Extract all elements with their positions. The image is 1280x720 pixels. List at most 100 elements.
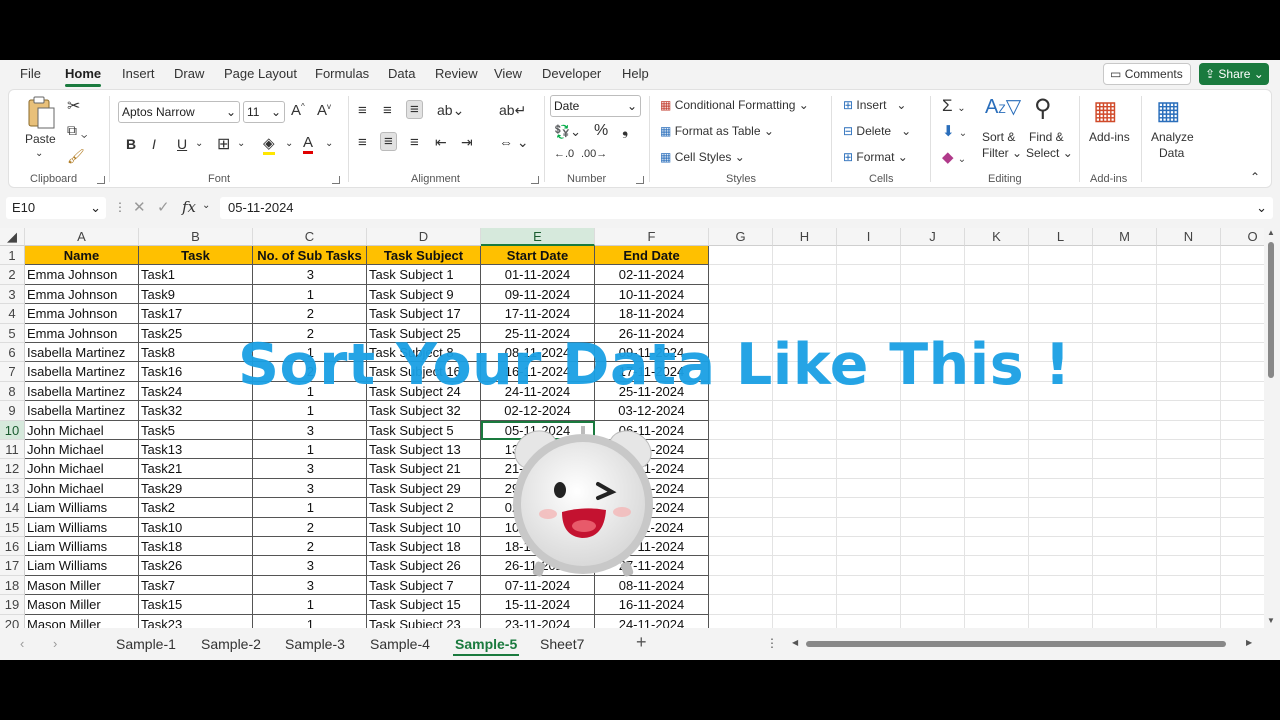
empty-cell[interactable]	[1029, 420, 1093, 440]
table-cell[interactable]: Task9	[139, 284, 253, 305]
row-header[interactable]: 17	[0, 556, 25, 576]
add-ins-button[interactable]: Add-ins	[1089, 130, 1130, 144]
empty-cell[interactable]	[901, 478, 965, 499]
empty-cell[interactable]	[1221, 246, 1264, 266]
empty-cell[interactable]	[1221, 265, 1264, 285]
table-cell[interactable]: Liam Williams	[25, 498, 139, 518]
empty-cell[interactable]	[965, 498, 1029, 518]
empty-cell[interactable]	[1093, 440, 1157, 460]
formula-input[interactable]: 05-11-2024 ⌄	[220, 197, 1273, 219]
empty-cell[interactable]	[1029, 284, 1093, 305]
align-right-icon[interactable]: ≡	[410, 134, 419, 151]
empty-cell[interactable]	[1221, 440, 1264, 460]
table-cell[interactable]: 1	[253, 595, 367, 615]
empty-cell[interactable]	[1157, 343, 1221, 363]
paste-icon[interactable]	[25, 96, 59, 130]
empty-cell[interactable]	[1157, 265, 1221, 285]
empty-cell[interactable]	[1157, 498, 1221, 518]
empty-cell[interactable]	[901, 304, 965, 324]
table-cell[interactable]: Task18	[139, 537, 253, 557]
empty-cell[interactable]	[1221, 498, 1264, 518]
empty-cell[interactable]	[965, 284, 1029, 305]
next-sheet-icon[interactable]: ›	[53, 636, 57, 651]
column-header-e[interactable]: E	[481, 228, 595, 246]
find-select-button-line2[interactable]: Select ⌄	[1026, 146, 1073, 160]
tab-home[interactable]: Home	[65, 66, 102, 87]
row-header[interactable]: 19	[0, 595, 25, 615]
table-cell[interactable]: Liam Williams	[25, 556, 139, 576]
scroll-up-icon[interactable]: ▲	[1267, 228, 1275, 237]
empty-cell[interactable]	[1029, 478, 1093, 499]
empty-cell[interactable]	[965, 246, 1029, 266]
more-options-icon[interactable]: ⋮	[766, 636, 778, 650]
copy-icon[interactable]: ⧉ ⌄	[67, 122, 88, 139]
table-cell[interactable]: 3	[253, 575, 367, 596]
vertical-scrollbar[interactable]: ▲ ▼	[1264, 228, 1280, 628]
font-size-select[interactable]: 11 ⌄	[243, 101, 285, 123]
empty-cell[interactable]	[1093, 478, 1157, 499]
empty-cell[interactable]	[1093, 556, 1157, 576]
empty-cell[interactable]	[773, 440, 837, 460]
table-cell[interactable]: Emma Johnson	[25, 284, 139, 305]
empty-cell[interactable]	[709, 498, 773, 518]
sheet-tab[interactable]: Sample-1	[116, 636, 176, 652]
table-cell[interactable]: Task26	[139, 556, 253, 576]
empty-cell[interactable]	[1221, 401, 1264, 421]
empty-cell[interactable]	[1093, 498, 1157, 518]
empty-cell[interactable]	[1093, 265, 1157, 285]
empty-cell[interactable]	[709, 304, 773, 324]
table-cell[interactable]: Task Subject 2	[367, 498, 481, 518]
empty-cell[interactable]	[901, 575, 965, 596]
empty-cell[interactable]	[1221, 479, 1264, 499]
empty-cell[interactable]	[1221, 615, 1264, 628]
format-cells-button[interactable]: ⊞ Format ⌄	[843, 150, 908, 164]
empty-cell[interactable]	[1221, 518, 1264, 537]
row-header[interactable]: 5	[0, 323, 25, 343]
empty-cell[interactable]	[1221, 324, 1264, 343]
font-color-icon[interactable]: A	[303, 134, 314, 154]
row-header[interactable]: 18	[0, 575, 25, 596]
sheet-tab[interactable]: Sample-3	[285, 636, 345, 652]
table-cell[interactable]: 10-11-2024	[595, 284, 709, 305]
table-cell[interactable]: Task5	[139, 420, 253, 440]
empty-cell[interactable]	[901, 401, 965, 421]
find-select-icon[interactable]: ⚲	[1034, 94, 1052, 123]
vertical-scroll-thumb[interactable]	[1268, 242, 1274, 378]
table-cell[interactable]: John Michael	[25, 440, 139, 460]
table-cell[interactable]: Mason Miller	[25, 614, 139, 628]
tab-file[interactable]: File	[20, 66, 41, 81]
empty-cell[interactable]	[1029, 537, 1093, 557]
row-header[interactable]: 6	[0, 343, 25, 363]
empty-cell[interactable]	[773, 575, 837, 596]
empty-cell[interactable]	[965, 595, 1029, 615]
empty-cell[interactable]	[837, 575, 901, 596]
empty-cell[interactable]	[709, 265, 773, 285]
table-cell[interactable]: Task Subject 21	[367, 459, 481, 479]
row-header[interactable]: 4	[0, 304, 25, 324]
row-header[interactable]: 20	[0, 614, 25, 628]
empty-cell[interactable]	[901, 537, 965, 557]
table-cell[interactable]: Task25	[139, 323, 253, 343]
empty-cell[interactable]	[1029, 265, 1093, 285]
empty-cell[interactable]	[1029, 498, 1093, 518]
row-header[interactable]: 9	[0, 401, 25, 421]
table-header-cell[interactable]: No. of Sub Tasks	[253, 246, 367, 266]
empty-cell[interactable]	[773, 420, 837, 440]
format-as-table-button[interactable]: ▦ Format as Table ⌄	[660, 124, 774, 138]
sheet-tab[interactable]: Sample-4	[370, 636, 430, 652]
empty-cell[interactable]	[1221, 595, 1264, 615]
column-header-f[interactable]: F	[595, 228, 709, 246]
currency-icon[interactable]: 💱⌄	[554, 124, 581, 140]
empty-cell[interactable]	[837, 498, 901, 518]
empty-cell[interactable]	[901, 284, 965, 305]
empty-cell[interactable]	[1029, 614, 1093, 628]
empty-cell[interactable]	[773, 459, 837, 479]
empty-cell[interactable]	[1029, 459, 1093, 479]
empty-cell[interactable]	[773, 265, 837, 285]
row-header[interactable]: 16	[0, 537, 25, 557]
sort-filter-button[interactable]: Sort &	[982, 130, 1015, 144]
scroll-down-icon[interactable]: ▼	[1267, 616, 1275, 625]
comma-style-icon[interactable]: ❟	[622, 122, 628, 140]
table-header-cell[interactable]: End Date	[595, 246, 709, 266]
empty-cell[interactable]	[965, 517, 1029, 537]
